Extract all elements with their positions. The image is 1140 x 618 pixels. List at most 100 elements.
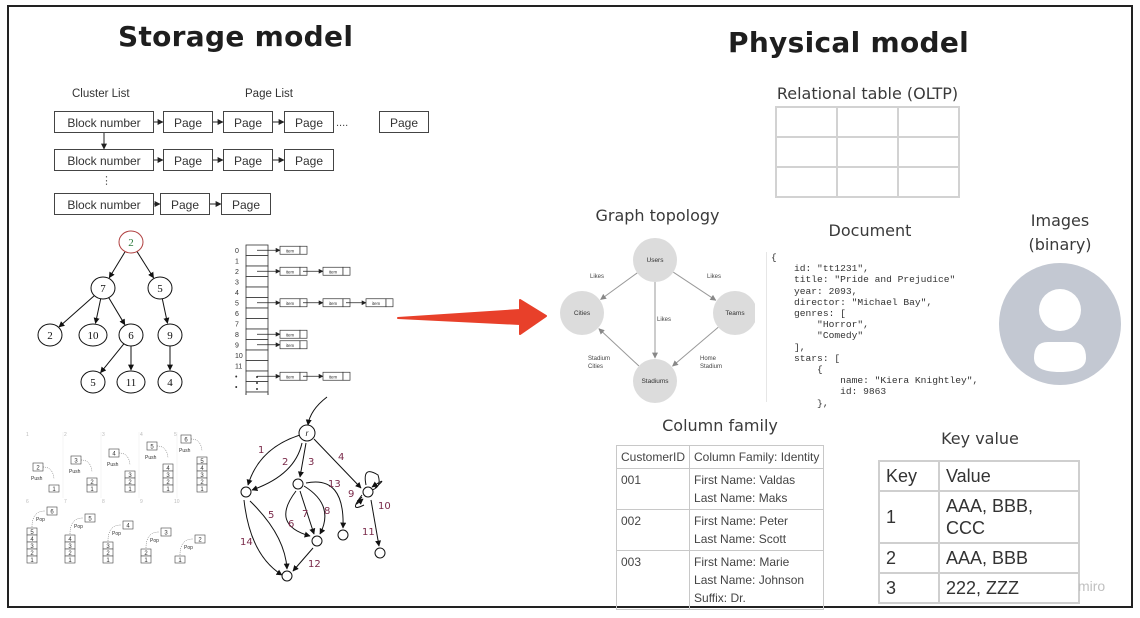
key-value-title: Key value <box>941 429 1019 448</box>
hash-bucket <box>245 349 269 361</box>
hash-index-label: 10 <box>235 353 243 360</box>
push-curve <box>190 438 203 452</box>
digraph-edge-label: 14 <box>240 537 253 548</box>
column-family-row: 001 First Name: Valdas Last Name: Maks <box>615 468 825 510</box>
graph-edge-label: Likes <box>657 317 671 323</box>
stack-step-number: 2 <box>64 432 67 438</box>
push-curve <box>118 452 131 466</box>
stack-step-number: 4 <box>140 432 143 438</box>
page-ellipsis: .... <box>336 117 348 129</box>
key-value-row: 2 AAA, BBB <box>878 542 1080 574</box>
digraph-node <box>292 478 304 490</box>
images-title: Images (binary) <box>1010 209 1110 257</box>
hash-index-label: 9 <box>235 343 239 350</box>
hash-index-label: 6 <box>235 311 239 318</box>
hash-dot <box>256 382 258 384</box>
hash-item-label: item <box>286 301 295 306</box>
identity-cell: First Name: Valdas Last Name: Maks <box>689 468 825 510</box>
key-value-header: Key <box>878 460 940 492</box>
red-arrow-icon <box>397 299 547 335</box>
identity-cell: First Name: Marie Last Name: Johnson Suffi… <box>689 550 825 610</box>
document-line: }, <box>771 397 829 409</box>
hash-bucket <box>245 318 269 330</box>
document-line: director: "Michael Bay", <box>771 296 933 308</box>
binary-tree-diagram: 2 7 5 2 10 6 9 5 11 4 <box>37 230 183 394</box>
hash-index-label: 11 <box>235 364 242 371</box>
graph-node-label: Teams <box>725 310 745 317</box>
document-line: year: 2093, <box>771 285 858 297</box>
pop-label: Pop <box>36 517 45 523</box>
identity-value: First Name: Valdas <box>694 473 796 487</box>
hash-item-label: item <box>329 269 338 274</box>
graph-edge-label: Stadium <box>700 364 722 370</box>
push-label: Push <box>107 462 119 468</box>
images-title-line1: Images <box>1030 211 1090 230</box>
key-cell: 2 <box>878 542 940 574</box>
stack-step-number: 7 <box>64 499 67 505</box>
cluster-list-diagram: Cluster List Page List Block number Page P… <box>40 80 429 220</box>
hash-bucket <box>245 255 269 267</box>
digraph-node <box>240 486 252 498</box>
graph-topology-title: Graph topology <box>595 206 720 225</box>
pop-label: Pop <box>112 531 121 537</box>
stack-step-number: 8 <box>102 499 105 505</box>
relational-cell <box>836 136 899 168</box>
hash-index-label: 1 <box>235 259 239 266</box>
digraph-edge-label: 13 <box>328 479 341 490</box>
user-avatar-icon <box>999 263 1121 385</box>
relational-cell <box>775 166 838 198</box>
column-family-table: CustomerID Column Family: Identity 001 Firs… <box>615 445 825 610</box>
identity-value: First Name: Peter <box>694 514 789 528</box>
digraph-node <box>337 529 349 541</box>
document-line: title: "Pride and Prejudice" <box>771 274 956 286</box>
key-cell: 3 <box>878 572 940 604</box>
tree-node-label: 5 <box>157 283 163 295</box>
identity-value: Last Name: Scott <box>694 532 787 546</box>
relational-cell <box>836 166 899 198</box>
key-value-header-row: Key Value <box>878 460 1080 492</box>
directed-graph-diagram: 12 3 4567 891011121314r <box>240 396 391 582</box>
graph-node-label: Users <box>647 257 665 264</box>
hash-bucket <box>245 286 269 298</box>
hash-index-label: 3 <box>235 280 239 287</box>
customer-id-cell: 001 <box>615 468 691 510</box>
tree-edge <box>161 298 170 324</box>
hash-index-label: • <box>235 385 238 392</box>
stack-step-number: 5 <box>174 432 177 438</box>
key-value-row: 1 AAA, BBB, CCC <box>878 490 1080 544</box>
relational-cell <box>897 166 960 198</box>
tree-node-label: 6 <box>128 330 134 342</box>
identity-value: Last Name: Maks <box>694 491 788 505</box>
tree-node-label: 7 <box>100 283 106 295</box>
tree-node-label: 11 <box>126 377 137 389</box>
images-title-line2: (binary) <box>1028 235 1092 254</box>
stack-step-number: 10 <box>174 499 180 505</box>
digraph-root-label: r <box>306 429 309 438</box>
relational-table-title: Relational table (OLTP) <box>776 84 959 103</box>
tree-edge <box>100 343 125 374</box>
hash-item-next <box>299 329 308 339</box>
digraph-edge-label: 4 <box>338 452 344 463</box>
tree-edge <box>136 251 155 279</box>
digraph-node <box>362 486 374 498</box>
miro-watermark: miro <box>1078 578 1106 594</box>
hash-bucket <box>245 307 269 319</box>
tree-node-label: 10 <box>88 330 100 342</box>
key-value-table: Key Value 1 AAA, BBB, CCC 2 AAA, BBB 3 222, ZZZ <box>878 460 1080 604</box>
stack-step-number: 3 <box>102 432 105 438</box>
cluster-arrows: .... ⋮ <box>101 117 348 207</box>
hash-bucket <box>245 360 269 372</box>
stack-step-number: 9 <box>140 499 143 505</box>
document-line: stars: [ <box>771 352 841 364</box>
column-family-header: Column Family: Identity <box>689 445 825 469</box>
stack-step-number: 1 <box>26 432 29 438</box>
push-curve <box>42 466 55 480</box>
tree-edge <box>93 298 102 324</box>
relational-cell <box>775 136 838 168</box>
push-curve <box>156 445 169 459</box>
hash-item-next <box>299 245 308 255</box>
document-line: { <box>771 252 777 263</box>
digraph-edge-label: 7 <box>302 509 308 520</box>
tree-edge <box>108 251 126 279</box>
column-family-row: 003 First Name: Marie Last Name: Johnson Su… <box>615 550 825 610</box>
